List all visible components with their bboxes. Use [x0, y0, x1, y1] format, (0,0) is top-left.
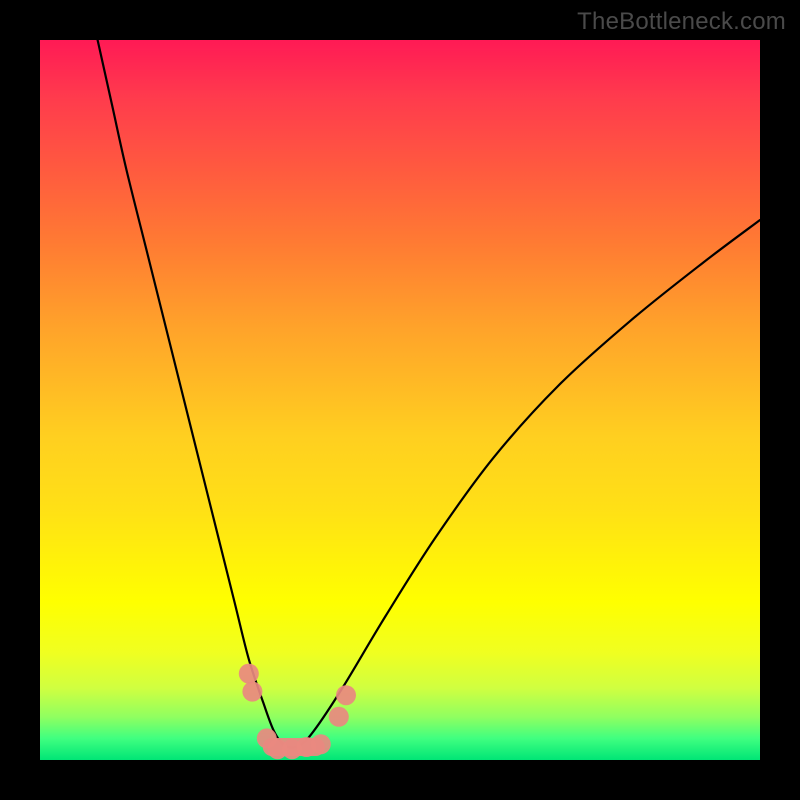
- marker-dot: [239, 664, 259, 684]
- marker-dot: [336, 685, 356, 705]
- chart-plot-area: [40, 40, 760, 760]
- chart-svg: [40, 40, 760, 760]
- watermark-text: TheBottleneck.com: [577, 8, 786, 36]
- chart-frame: TheBottleneck.com: [0, 0, 800, 800]
- bottleneck-curve: [98, 40, 760, 747]
- marker-dot: [311, 734, 331, 754]
- marker-dot: [242, 682, 262, 702]
- marker-dot: [329, 707, 349, 727]
- curve-markers: [239, 664, 356, 760]
